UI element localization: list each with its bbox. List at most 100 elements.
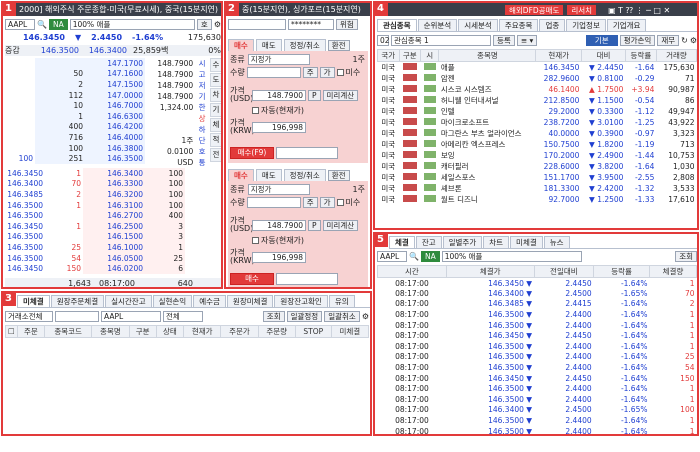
- gear-icon[interactable]: ⚙: [214, 20, 221, 29]
- watch-row[interactable]: 미국 허니웰 인터내셔널 212.8500 ▼ 1.1500 -0.54 86: [378, 95, 697, 106]
- side-tab[interactable]: 도: [210, 73, 221, 87]
- bid-row[interactable]: 146.3450 1 146.2500 3: [5, 220, 221, 232]
- ask-row[interactable]: 112 147.0000: [5, 89, 145, 101]
- watch-tab[interactable]: 관심종목: [377, 19, 417, 31]
- bid-row[interactable]: 146.3500 25 146.1000 1: [5, 242, 221, 253]
- watch-row[interactable]: 미국 보잉 170.2000 ▼ 2.4900 -1.44 10,753: [378, 150, 697, 161]
- auto-price-checkbox[interactable]: [252, 107, 259, 114]
- trade-tab[interactable]: 잔고: [415, 236, 442, 248]
- side-tab[interactable]: 적: [210, 133, 221, 147]
- side-tab[interactable]: 기: [210, 103, 221, 117]
- tab-modify-2[interactable]: 정정/취소: [283, 169, 326, 181]
- column-header[interactable]: 종목명: [438, 49, 537, 62]
- watch-row[interactable]: 미국 캐터필러 228.6000 ▼ 3.8200 -1.64 1,030: [378, 161, 697, 172]
- column-header[interactable]: STOP: [294, 325, 332, 338]
- symbol-input[interactable]: AAPL: [5, 19, 35, 30]
- query-button[interactable]: 조회: [262, 311, 285, 322]
- order-type-select[interactable]: 지정가: [247, 54, 310, 65]
- register-button[interactable]: 등록: [493, 35, 515, 46]
- quantity-input[interactable]: [246, 67, 301, 78]
- tab-modify[interactable]: 정정/취소: [283, 39, 326, 51]
- auto-price-checkbox-2[interactable]: [252, 237, 259, 244]
- exchange-badge[interactable]: NA: [420, 251, 440, 262]
- symbol-input[interactable]: AAPL: [377, 251, 407, 262]
- exchange-filter[interactable]: 거래소전체: [5, 311, 53, 322]
- ask-row[interactable]: 147.1700: [5, 58, 145, 69]
- trade-tab[interactable]: 미체결: [510, 236, 543, 248]
- ask-row[interactable]: 10 146.7000: [5, 100, 145, 111]
- watch-row[interactable]: 미국 월트 디즈니 92.7000 ▼ 1.2500 -1.33 17,610: [378, 194, 697, 205]
- column-header[interactable]: 대비: [580, 49, 626, 62]
- watch-row[interactable]: 미국 세일스포스 151.1700 ▼ 3.9500 -2.55 2,808: [378, 172, 697, 183]
- exchange-badge[interactable]: NA: [48, 19, 68, 30]
- orders-tab[interactable]: 유의: [328, 295, 355, 307]
- p-button[interactable]: P: [308, 89, 321, 101]
- bid-row[interactable]: 146.3500 1 146.3100 100: [5, 199, 221, 211]
- watch-row[interactable]: 미국 애플 146.3450 ▼ 2.4450 -1.64 175,630: [378, 62, 697, 74]
- qty-price-button[interactable]: 가: [319, 67, 335, 78]
- watch-row[interactable]: 미국 아메리칸 엑스프레스 150.7500 ▼ 1.8200 -1.19 713: [378, 139, 697, 150]
- password-input[interactable]: ********: [288, 19, 334, 30]
- bulk-cancel-button[interactable]: 일괄취소: [324, 311, 360, 322]
- short-sell-button[interactable]: 해외DFD공매도: [505, 5, 564, 15]
- preview-button[interactable]: 미리계산: [322, 89, 359, 101]
- side-tab[interactable]: 수: [210, 58, 221, 72]
- preview-button-2[interactable]: 미리계산: [322, 219, 359, 231]
- bid-row[interactable]: 146.3450 1 146.3400 100: [5, 168, 221, 179]
- side-tab[interactable]: 차: [210, 88, 221, 102]
- column-header[interactable]: 구분: [398, 49, 422, 62]
- column-header[interactable]: 거래량: [655, 49, 697, 62]
- window-controls-icon[interactable]: ▣ T ⁇ ⋮ ─ □ ✕: [608, 6, 670, 15]
- column-header[interactable]: 체결가: [445, 265, 535, 278]
- select-all-checkbox[interactable]: ☐: [5, 325, 18, 338]
- view-basic-button[interactable]: 기본: [585, 35, 618, 46]
- p-button-2[interactable]: P: [308, 219, 321, 231]
- ask-row[interactable]: 400 146.4200: [5, 121, 145, 133]
- orders-tab[interactable]: 실시간잔고: [105, 295, 152, 307]
- gear-icon[interactable]: ⚙: [362, 312, 369, 321]
- symbol-filter[interactable]: AAPL: [101, 311, 161, 322]
- search-icon[interactable]: 🔍: [409, 252, 419, 261]
- qty-share-button-2[interactable]: 주: [302, 197, 318, 208]
- watch-tab[interactable]: 기업정보: [566, 19, 606, 31]
- column-header[interactable]: 등락률: [624, 49, 657, 62]
- bid-row[interactable]: 146.3400 70 146.3300 100: [5, 178, 221, 190]
- column-header[interactable]: 현재가: [183, 325, 222, 338]
- trade-tab[interactable]: 차트: [483, 236, 510, 248]
- side-tab[interactable]: 전: [210, 148, 221, 162]
- ask-row[interactable]: 100 251 146.3500: [5, 153, 145, 164]
- price-input[interactable]: 148.7900: [252, 89, 306, 101]
- exchange-button-2[interactable]: 환전: [327, 169, 350, 181]
- ask-row[interactable]: 1 146.6300: [5, 110, 145, 122]
- group-select[interactable]: 관심종목 1: [391, 35, 491, 46]
- bid-row[interactable]: 146.3500 146.1500 3: [5, 231, 221, 243]
- risk-button[interactable]: 위험: [336, 19, 358, 30]
- view-pnl-button[interactable]: 평가손익: [619, 35, 656, 46]
- ask-row[interactable]: 716 146.4000: [5, 132, 145, 143]
- column-header[interactable]: 종목명: [91, 325, 130, 338]
- column-header[interactable]: 주문량: [257, 325, 296, 338]
- query-button[interactable]: 조회: [675, 251, 697, 262]
- tab-buy-2[interactable]: 매수: [228, 169, 254, 181]
- qty-share-button[interactable]: 주: [302, 67, 318, 78]
- orders-tab[interactable]: 원장주문체결: [50, 295, 105, 307]
- orders-tab[interactable]: 예수금: [193, 295, 226, 307]
- column-header[interactable]: 종목코드: [43, 325, 93, 338]
- column-header[interactable]: 등락률: [593, 265, 650, 278]
- trade-tab[interactable]: 일별주가: [442, 236, 483, 248]
- view-menu-button[interactable]: ≡ ▾: [516, 35, 538, 46]
- account-select[interactable]: [228, 19, 286, 30]
- bid-row[interactable]: 146.3500 54 146.0500 25: [5, 252, 221, 264]
- orders-tab[interactable]: 원장미체결: [226, 295, 274, 307]
- bulk-modify-button[interactable]: 일괄정정: [286, 311, 323, 322]
- watch-tab[interactable]: 주요종목: [498, 19, 539, 31]
- tab-sell-2[interactable]: 매도: [255, 169, 282, 181]
- watch-row[interactable]: 미국 인텔 29.2000 ▼ 0.3300 -1.12 49,947: [378, 106, 697, 117]
- margin-checkbox[interactable]: [336, 69, 344, 76]
- group-number[interactable]: 02: [377, 35, 390, 46]
- ask-row[interactable]: 50 147.1600: [5, 68, 145, 80]
- code-filter[interactable]: [55, 311, 99, 322]
- orders-tab[interactable]: 미체결: [17, 295, 50, 307]
- krw-price-input-2[interactable]: 196,998: [252, 251, 306, 263]
- view-finance-button[interactable]: 재무: [657, 35, 680, 46]
